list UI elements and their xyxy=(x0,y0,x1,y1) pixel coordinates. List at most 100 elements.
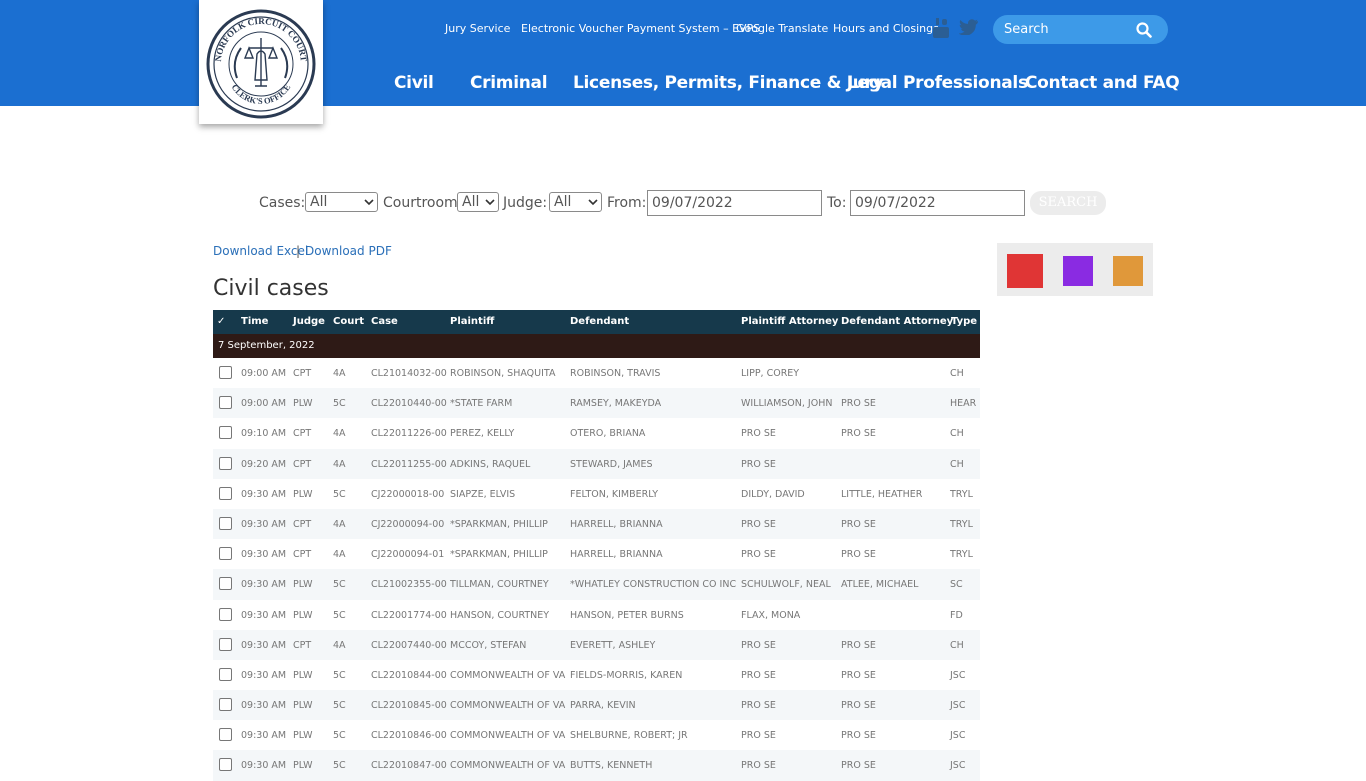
cell-type: CH xyxy=(950,368,964,379)
cell-case: CL22007440-00 xyxy=(371,639,447,651)
search-icon[interactable] xyxy=(1136,22,1152,38)
table-row[interactable]: 09:30 AM CPT 4A CJ22000094-01 *SPARKMAN, PHI… xyxy=(213,539,980,569)
to-date-input[interactable]: 09/07/2022 xyxy=(850,190,1025,216)
table-row[interactable]: 09:00 AM PLW 5C CL22010440-00 *STATE FARM RAM… xyxy=(213,388,980,419)
cell-case: CL22001774-00 xyxy=(371,609,447,621)
row-checkbox[interactable] xyxy=(219,728,232,742)
courtroom-select[interactable]: All xyxy=(457,192,499,212)
row-checkbox[interactable] xyxy=(219,547,232,561)
cell-defendant: PARRA, KEVIN xyxy=(570,700,636,712)
download-excel-link[interactable]: Download Excel xyxy=(213,244,308,258)
cell-plaintiff-attorney: PRO SE xyxy=(741,549,776,561)
header-defendant[interactable]: Defendant xyxy=(570,316,629,327)
cell-judge: PLW xyxy=(293,669,313,681)
nav-contact-faq[interactable]: Contact and FAQ xyxy=(1025,73,1180,93)
row-checkbox[interactable] xyxy=(219,486,232,500)
row-checkbox[interactable] xyxy=(219,758,232,772)
cell-plaintiff-attorney: PRO SE xyxy=(741,518,776,530)
cell-defendant-attorney: PRO SE xyxy=(841,398,876,410)
row-checkbox[interactable] xyxy=(219,667,232,681)
cell-plaintiff: SIAPZE, ELVIS xyxy=(450,488,516,500)
court-logo[interactable]: NORFOLK CIRCUIT COURT CLERK'S OFFICE xyxy=(199,0,323,124)
table-row[interactable]: 09:30 AM CPT 4A CJ22000094-00 *SPARKMAN, PHI… xyxy=(213,508,980,540)
row-checkbox[interactable] xyxy=(219,456,232,470)
util-link-google-translate[interactable]: Google Translate xyxy=(736,22,828,35)
table-row[interactable]: 09:10 AM CPT 4A CL22011226-00 PEREZ, KELLY OT… xyxy=(213,418,980,448)
cell-defendant: HANSON, PETER BURNS xyxy=(570,609,684,621)
cell-plaintiff-attorney: FLAX, MONA xyxy=(741,609,801,621)
row-checkbox[interactable] xyxy=(219,637,232,651)
header-case[interactable]: Case xyxy=(371,316,398,327)
header-defendant-attorney[interactable]: Defendant Attorney xyxy=(841,316,953,327)
search-input[interactable]: Search xyxy=(1004,22,1049,37)
cell-court: 5C xyxy=(333,579,346,591)
twitter-icon[interactable] xyxy=(958,19,978,39)
cell-type: SC xyxy=(950,579,963,591)
header-plaintiff[interactable]: Plaintiff xyxy=(450,316,494,327)
search-button[interactable]: SEARCH xyxy=(1030,191,1106,215)
header-time[interactable]: Time xyxy=(241,316,268,327)
cell-defendant: SHELBURNE, ROBERT; JR xyxy=(570,730,688,742)
cell-plaintiff-attorney: PRO SE xyxy=(741,458,776,470)
table-row[interactable]: 09:30 AM PLW 5C CL22010847-00 COMMONWEALTH O… xyxy=(213,750,980,781)
table-row[interactable]: 09:20 AM CPT 4A CL22011255-00 ADKINS, RAQUEL… xyxy=(213,448,980,479)
page-title: Civil cases xyxy=(213,276,329,301)
cell-court: 5C xyxy=(333,700,346,712)
table-row[interactable]: 09:30 AM PLW 5C CL22010844-00 COMMONWEALTH O… xyxy=(213,660,980,690)
nav-criminal[interactable]: Criminal xyxy=(470,73,548,93)
header-court[interactable]: Court xyxy=(333,316,364,327)
cell-defendant-attorney: LITTLE, HEATHER xyxy=(841,488,923,500)
table-row[interactable]: 09:00 AM CPT 4A CL21014032-00 ROBINSON, SHAQ… xyxy=(213,358,980,388)
cell-type: TRYL xyxy=(950,518,973,530)
table-row[interactable]: 09:30 AM PLW 5C CL22010846-00 COMMONWEALTH O… xyxy=(213,720,980,750)
row-checkbox[interactable] xyxy=(219,577,232,591)
cell-time: 09:00 AM xyxy=(241,398,287,410)
cell-case: CL21002355-00 xyxy=(371,579,447,591)
cell-plaintiff-attorney: SCHULWOLF, NEAL xyxy=(741,579,831,591)
cases-select[interactable]: All xyxy=(305,192,378,212)
from-date-input[interactable]: 09/07/2022 xyxy=(647,190,822,216)
cell-defendant: OTERO, BRIANA xyxy=(570,428,646,440)
table-header: ✓ Time Judge Court Case Plaintiff Defend… xyxy=(213,310,980,334)
cell-plaintiff-attorney: PRO SE xyxy=(741,428,776,440)
cell-defendant-attorney: PRO SE xyxy=(841,760,876,772)
table-row[interactable]: 09:30 AM PLW 5C CL21002355-00 TILLMAN, COURT… xyxy=(213,569,980,600)
cell-plaintiff-attorney: LIPP, COREY xyxy=(741,368,800,379)
cell-time: 09:00 AM xyxy=(241,368,287,379)
util-link-jury-service[interactable]: Jury Service xyxy=(445,22,510,35)
row-checkbox[interactable] xyxy=(219,516,232,530)
site-search[interactable]: Search xyxy=(993,15,1168,44)
row-checkbox[interactable] xyxy=(219,426,232,440)
header-check[interactable]: ✓ xyxy=(217,316,225,327)
cell-judge: PLW xyxy=(293,760,313,772)
row-checkbox[interactable] xyxy=(219,698,232,712)
table-row[interactable]: 09:30 AM CPT 4A CL22007440-00 MCCOY, STEFAN E… xyxy=(213,629,980,660)
judge-label: Judge: xyxy=(503,195,548,211)
row-checkbox[interactable] xyxy=(219,366,232,379)
util-link-evps[interactable]: Electronic Voucher Payment System – EVPS xyxy=(521,22,760,35)
cell-time: 09:30 AM xyxy=(241,609,287,621)
nav-licenses-permits-finance-jury[interactable]: Licenses, Permits, Finance & Jury xyxy=(573,73,884,93)
cell-defendant: *WHATLEY CONSTRUCTION CO INC xyxy=(570,579,737,591)
nav-legal-professionals[interactable]: Legal Professionals xyxy=(847,73,1028,93)
row-checkbox[interactable] xyxy=(219,607,232,621)
cell-court: 4A xyxy=(333,458,346,470)
cell-plaintiff: COMMONWEALTH OF VA xyxy=(450,760,566,772)
cell-plaintiff-attorney: PRO SE xyxy=(741,669,776,681)
header-judge[interactable]: Judge xyxy=(293,316,325,327)
row-checkbox[interactable] xyxy=(219,396,232,410)
cases-label: Cases: xyxy=(259,195,306,211)
table-row[interactable]: 09:30 AM PLW 5C CL22010845-00 COMMONWEALTH O… xyxy=(213,690,980,721)
table-row[interactable]: 09:30 AM PLW 5C CJ22000018-00 SIAPZE, ELVIS F… xyxy=(213,479,980,509)
header-type[interactable]: Type xyxy=(951,316,977,327)
nav-civil[interactable]: Civil xyxy=(394,73,434,93)
youtube-icon[interactable] xyxy=(932,17,950,43)
judge-select[interactable]: All xyxy=(549,192,602,212)
cell-court: 5C xyxy=(333,669,346,681)
table-row[interactable]: 09:30 AM PLW 5C CL22001774-00 HANSON, COURTN… xyxy=(213,600,980,630)
cell-plaintiff: *SPARKMAN, PHILLIP xyxy=(450,518,548,530)
cell-case: CL22010845-00 xyxy=(371,700,447,712)
download-pdf-link[interactable]: Download PDF xyxy=(305,244,392,258)
header-plaintiff-attorney[interactable]: Plaintiff Attorney xyxy=(741,316,838,327)
util-link-hours-closings[interactable]: Hours and Closings xyxy=(833,22,939,35)
